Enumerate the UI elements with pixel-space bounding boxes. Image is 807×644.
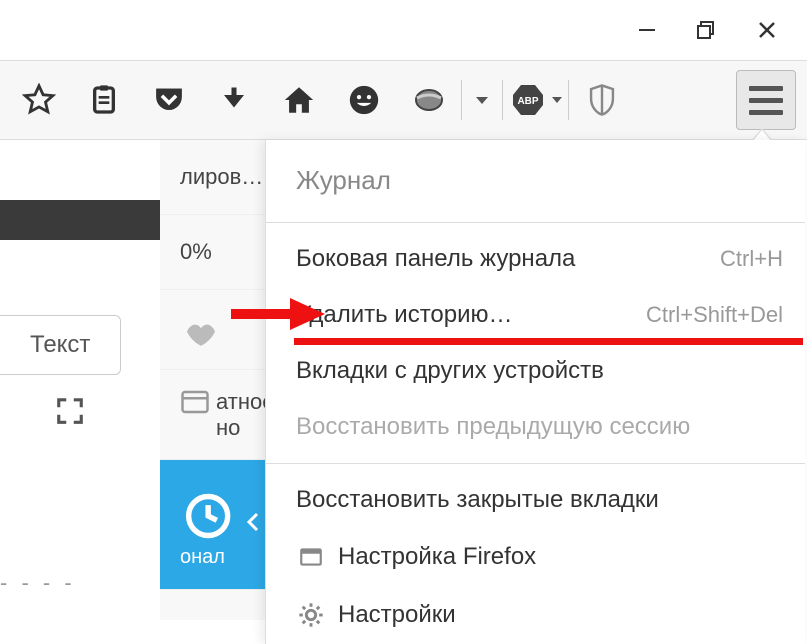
menu-item-shortcut: Ctrl+H [720,246,783,272]
menu-item-label: Восстановить закрытые вкладки [296,486,783,514]
hamburger-menu-button[interactable] [736,70,796,130]
menu-item-clear-history[interactable]: Удалить историю… Ctrl+Shift+Del [266,287,805,343]
menu-item-restore-session: Восстановить предыдущую сессию [266,399,805,455]
truncated-label: лиров… [180,164,263,190]
percent-label: 0% [180,239,212,265]
sidebar-row-percent: 0% [160,215,269,290]
menu-item-customize-firefox[interactable]: Настройка Firefox [266,528,805,586]
menu-item-restore-tabs[interactable]: Восстановить закрытые вкладки [266,472,805,528]
history-icon [180,490,232,542]
sidebar-item-private[interactable]: атное но [160,370,269,460]
dashes: - - - - [0,570,76,596]
clipboard-icon[interactable] [71,70,136,130]
maximize-button[interactable] [677,0,737,60]
window-titlebar [0,0,807,60]
red-arrow-annotation [225,294,325,339]
menu-item-label: Боковая панель журнала [296,245,720,273]
tab-text[interactable]: Текст [0,315,121,375]
menu-title: Журнал [266,140,805,214]
kiss-icon [180,309,222,351]
menu-item-label: Настройка Firefox [338,543,783,571]
home-icon[interactable] [266,70,331,130]
window-icon [296,542,326,572]
shield-icon[interactable] [569,70,634,130]
menu-item-shortcut: Ctrl+Shift+Del [646,302,783,328]
menu-item-label: Вкладки с других устройств [296,357,783,385]
menu-side-panel: лиров… 0% атное но онал [160,140,270,620]
window-icon [180,389,210,415]
minimize-button[interactable] [617,0,677,60]
sidebar-item-history[interactable]: онал [160,460,269,590]
chevron-left-icon [245,510,261,540]
ie-icon[interactable] [396,70,461,130]
menu-item-sidebar-history[interactable]: Боковая панель журнала Ctrl+H [266,231,805,287]
svg-text:ABP: ABP [517,96,538,107]
sidebar-row-truncated: лиров… [160,140,269,215]
expand-icon[interactable] [55,396,85,431]
truncated-label: атное [216,389,269,415]
close-button[interactable] [737,0,797,60]
history-menu: Журнал Боковая панель журнала Ctrl+H Уда… [265,140,805,644]
abp-icon[interactable]: ABP [503,70,568,130]
download-icon[interactable] [201,70,266,130]
smiley-icon[interactable] [331,70,396,130]
browser-toolbar: ABP [0,60,807,140]
pocket-icon[interactable] [136,70,201,130]
truncated-label: но [216,415,240,441]
menu-item-label: Восстановить предыдущую сессию [296,413,783,441]
bookmark-star-icon[interactable] [6,70,71,130]
dropdown-arrow-icon[interactable] [462,70,502,130]
truncated-label: онал [180,546,225,569]
gear-icon [296,600,326,630]
menu-item-label: Удалить историю… [296,301,646,329]
menu-item-synced-tabs[interactable]: Вкладки с других устройств [266,343,805,399]
menu-item-settings[interactable]: Настройки [266,586,805,644]
